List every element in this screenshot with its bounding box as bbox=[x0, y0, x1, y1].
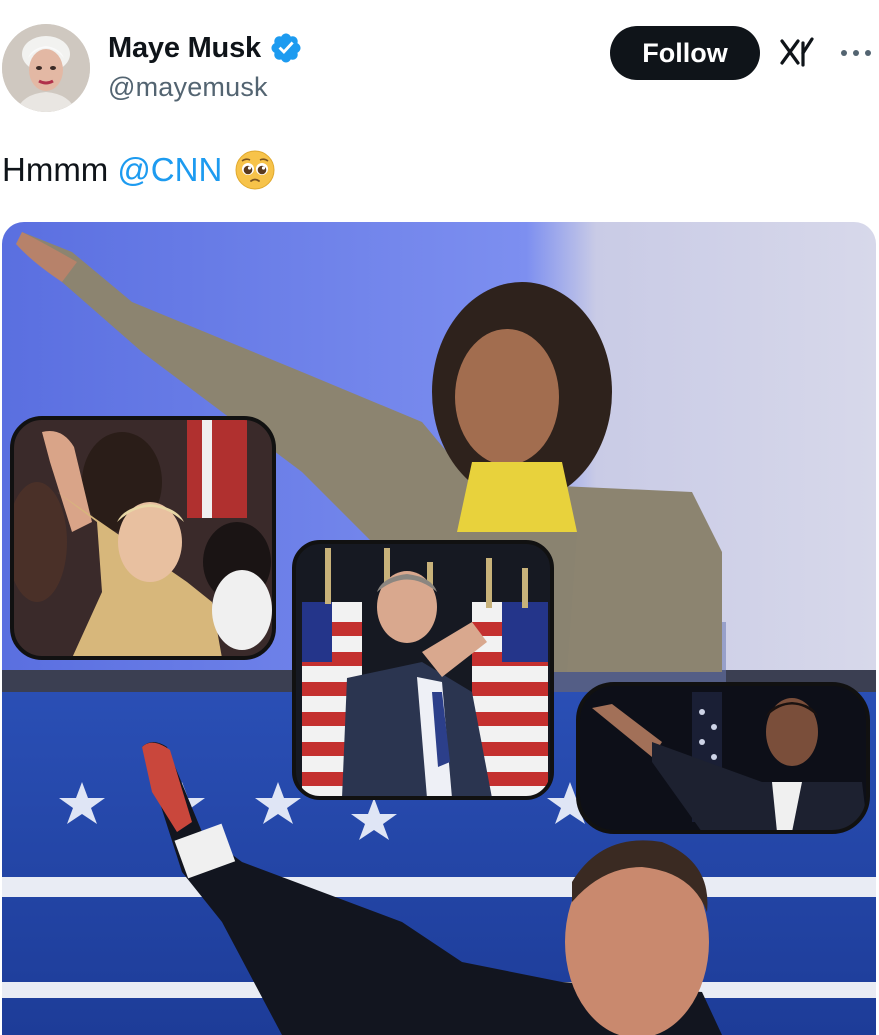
follow-button[interactable]: Follow bbox=[610, 26, 760, 80]
author-info: Maye Musk @mayemusk bbox=[108, 30, 303, 103]
photo-collage bbox=[2, 222, 876, 1035]
verified-badge-icon[interactable] bbox=[269, 31, 303, 65]
mention-link[interactable]: @CNN bbox=[117, 148, 222, 192]
author-avatar[interactable] bbox=[2, 24, 90, 112]
tweet-body: Hmmm bbox=[2, 151, 109, 188]
post-header: Maye Musk @mayemusk Follow bbox=[0, 0, 879, 125]
profile-avatar-icon bbox=[2, 24, 90, 112]
pleading-face-emoji-icon bbox=[235, 150, 275, 190]
post-media-image[interactable] bbox=[2, 222, 876, 1035]
tweet-text: Hmmm @CNN bbox=[2, 148, 276, 192]
author-display-name[interactable]: Maye Musk bbox=[108, 32, 261, 65]
grok-icon[interactable] bbox=[778, 33, 818, 73]
more-options-icon[interactable] bbox=[836, 33, 876, 73]
author-handle[interactable]: @mayemusk bbox=[108, 72, 303, 103]
